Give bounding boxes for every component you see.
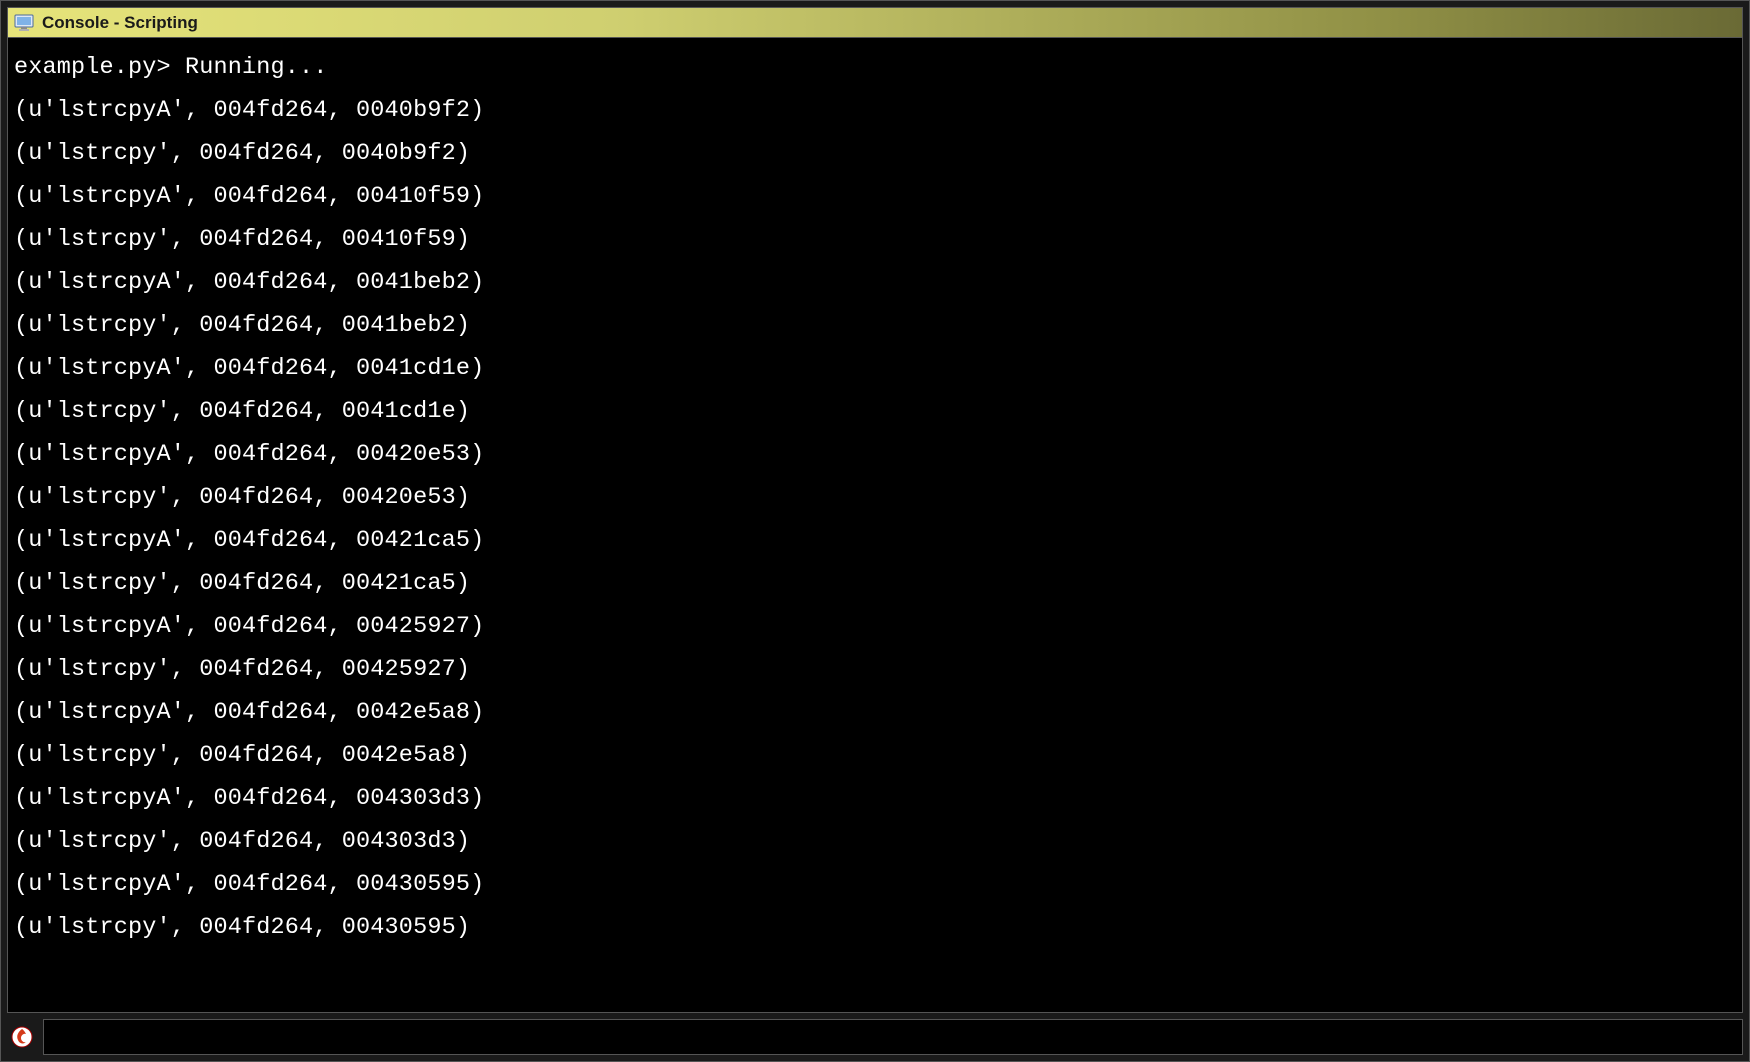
console-output-line: (u'lstrcpy', 004fd264, 0041cd1e): [14, 390, 1736, 433]
console-output-line: (u'lstrcpyA', 004fd264, 00430595): [14, 863, 1736, 906]
console-output-line: (u'lstrcpyA', 004fd264, 0041beb2): [14, 261, 1736, 304]
console-output-line: (u'lstrcpy', 004fd264, 00430595): [14, 906, 1736, 949]
console-output-line: (u'lstrcpy', 004fd264, 00421ca5): [14, 562, 1736, 605]
console-output-line: (u'lstrcpyA', 004fd264, 004303d3): [14, 777, 1736, 820]
command-input-wrap: [43, 1019, 1743, 1055]
app-frame: Console - Scripting example.py> Running.…: [0, 0, 1750, 1062]
console-output-line: (u'lstrcpyA', 004fd264, 00410f59): [14, 175, 1736, 218]
command-bar: [7, 1019, 1743, 1055]
console-output-line: (u'lstrcpy', 004fd264, 00420e53): [14, 476, 1736, 519]
console-output-line: (u'lstrcpyA', 004fd264, 0040b9f2): [14, 89, 1736, 132]
console-output-line: (u'lstrcpy', 004fd264, 0041beb2): [14, 304, 1736, 347]
console-output-line: (u'lstrcpy', 004fd264, 00425927): [14, 648, 1736, 691]
console-output-line: (u'lstrcpyA', 004fd264, 00421ca5): [14, 519, 1736, 562]
console-output-line: (u'lstrcpy', 004fd264, 004303d3): [14, 820, 1736, 863]
console-output-line: (u'lstrcpyA', 004fd264, 0041cd1e): [14, 347, 1736, 390]
command-input[interactable]: [44, 1020, 1742, 1054]
console-output[interactable]: example.py> Running...(u'lstrcpyA', 004f…: [8, 38, 1742, 1012]
console-title: Console - Scripting: [42, 13, 198, 33]
console-output-line: (u'lstrcpy', 004fd264, 0042e5a8): [14, 734, 1736, 777]
console-output-line: (u'lstrcpy', 004fd264, 0040b9f2): [14, 132, 1736, 175]
console-output-line: (u'lstrcpy', 004fd264, 00410f59): [14, 218, 1736, 261]
console-panel: Console - Scripting example.py> Running.…: [7, 7, 1743, 1013]
console-titlebar[interactable]: Console - Scripting: [8, 8, 1742, 38]
console-prompt-line: example.py> Running...: [14, 46, 1736, 89]
console-output-line: (u'lstrcpyA', 004fd264, 00420e53): [14, 433, 1736, 476]
console-monitor-icon: [14, 14, 34, 32]
console-output-line: (u'lstrcpyA', 004fd264, 00425927): [14, 605, 1736, 648]
command-prompt-icon[interactable]: [7, 1019, 37, 1055]
console-output-line: (u'lstrcpyA', 004fd264, 0042e5a8): [14, 691, 1736, 734]
